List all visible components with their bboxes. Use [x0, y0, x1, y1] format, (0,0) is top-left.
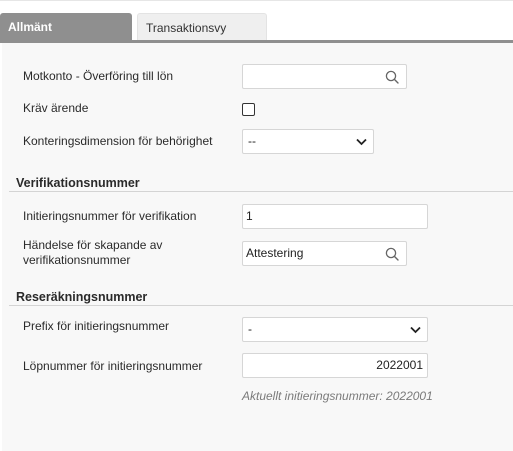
serial-field[interactable]: 2022001	[242, 353, 428, 378]
section-divider	[9, 191, 513, 192]
dimension-label: Konteringsdimension för behörighet	[23, 134, 213, 148]
init-number-field[interactable]: 1	[242, 204, 428, 229]
current-number-hint: Aktuellt initieringsnummer: 2022001	[242, 389, 433, 403]
tab-allmant[interactable]: Allmänt	[0, 13, 132, 43]
event-field[interactable]: Attestering	[242, 241, 407, 266]
search-icon[interactable]	[385, 247, 399, 261]
init-number-value: 1	[246, 209, 253, 223]
serial-value: 2022001	[376, 358, 423, 372]
chevron-down-icon	[356, 138, 367, 146]
chevron-down-icon	[410, 326, 421, 334]
prefix-select-value: -	[248, 322, 252, 336]
prefix-label: Prefix för initieringsnummer	[23, 319, 170, 333]
section-divider	[9, 305, 513, 306]
event-label-line2: verifikationsnummer	[23, 253, 131, 267]
event-value: Attestering	[246, 246, 304, 260]
event-label: Händelse för skapande av verifikationsnu…	[23, 238, 162, 268]
serial-label: Löpnummer för initieringsnummer	[23, 359, 203, 373]
tab-transaktionsvy[interactable]: Transaktionsvy	[137, 13, 267, 41]
event-label-line1: Händelse för skapande av	[23, 238, 163, 252]
require-case-checkbox[interactable]	[242, 103, 255, 116]
counter-account-label: Motkonto - Överföring till lön	[23, 69, 174, 83]
search-icon[interactable]	[385, 70, 399, 84]
settings-window: Allmänt Transaktionsvy Motkonto - Överfö…	[0, 0, 513, 451]
require-case-label: Kräv ärende	[23, 101, 89, 115]
dimension-select-value: --	[248, 134, 256, 148]
counter-account-field[interactable]	[242, 64, 407, 89]
expense-section-title: Reseräkningsnummer	[16, 290, 148, 304]
init-number-label: Initieringsnummer för verifikation	[23, 209, 197, 223]
tab-bar: Allmänt Transaktionsvy	[0, 13, 513, 43]
dimension-select[interactable]: --	[242, 129, 374, 154]
verification-section-title: Verifikationsnummer	[16, 176, 140, 190]
prefix-select[interactable]: -	[242, 317, 428, 342]
